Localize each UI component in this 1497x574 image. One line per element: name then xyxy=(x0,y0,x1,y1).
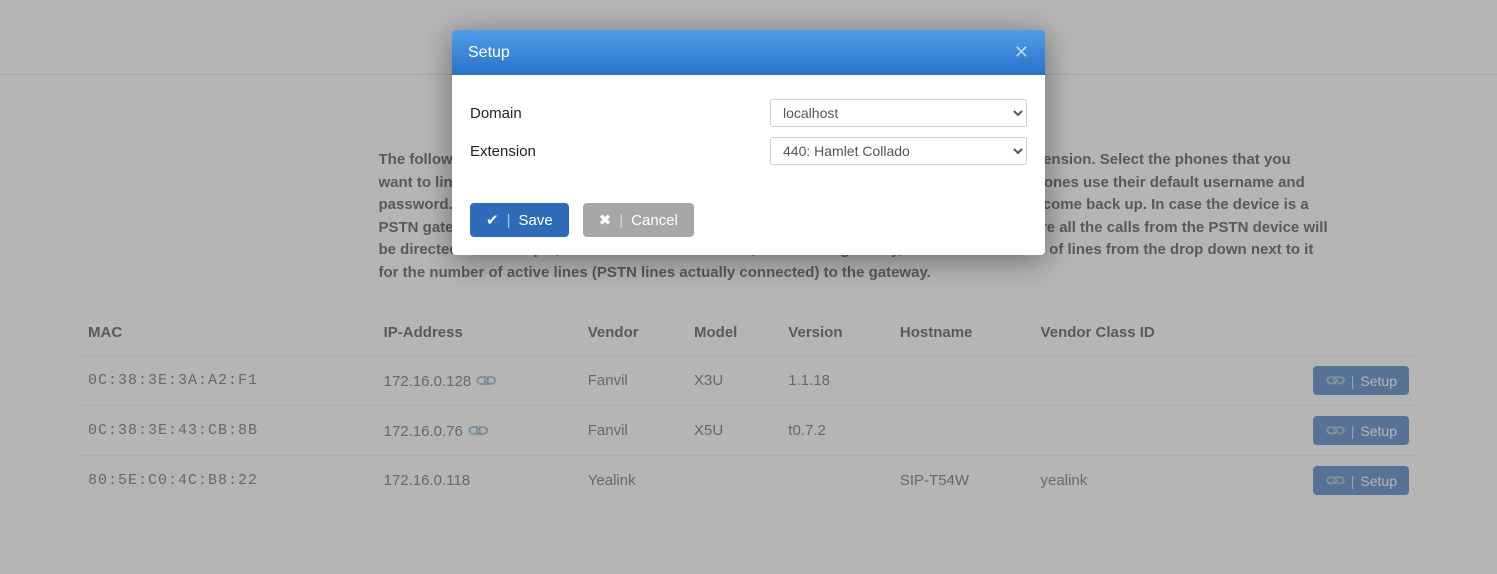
modal-overlay: Setup ✕ Domain localhost Extension 440: … xyxy=(0,0,1497,574)
separator: | xyxy=(507,212,511,229)
x-icon: ✖ xyxy=(599,211,612,229)
separator: | xyxy=(619,212,623,229)
modal-title: Setup xyxy=(468,44,510,62)
extension-select[interactable]: 440: Hamlet Collado xyxy=(770,137,1027,165)
save-button[interactable]: ✔ | Save xyxy=(470,203,569,237)
check-icon: ✔ xyxy=(486,211,499,229)
cancel-button[interactable]: ✖ | Cancel xyxy=(583,203,694,237)
close-icon[interactable]: ✕ xyxy=(1014,42,1029,63)
save-button-label: Save xyxy=(518,212,552,229)
modal-header: Setup ✕ xyxy=(452,30,1045,75)
modal-body: Domain localhost Extension 440: Hamlet C… xyxy=(452,75,1045,185)
extension-label: Extension xyxy=(470,143,770,160)
domain-label: Domain xyxy=(470,105,770,122)
cancel-button-label: Cancel xyxy=(631,212,678,229)
modal-footer: ✔ | Save ✖ | Cancel xyxy=(452,185,1045,255)
form-row-extension: Extension 440: Hamlet Collado xyxy=(470,137,1027,165)
setup-modal: Setup ✕ Domain localhost Extension 440: … xyxy=(452,30,1045,255)
domain-select[interactable]: localhost xyxy=(770,99,1027,127)
form-row-domain: Domain localhost xyxy=(470,99,1027,127)
